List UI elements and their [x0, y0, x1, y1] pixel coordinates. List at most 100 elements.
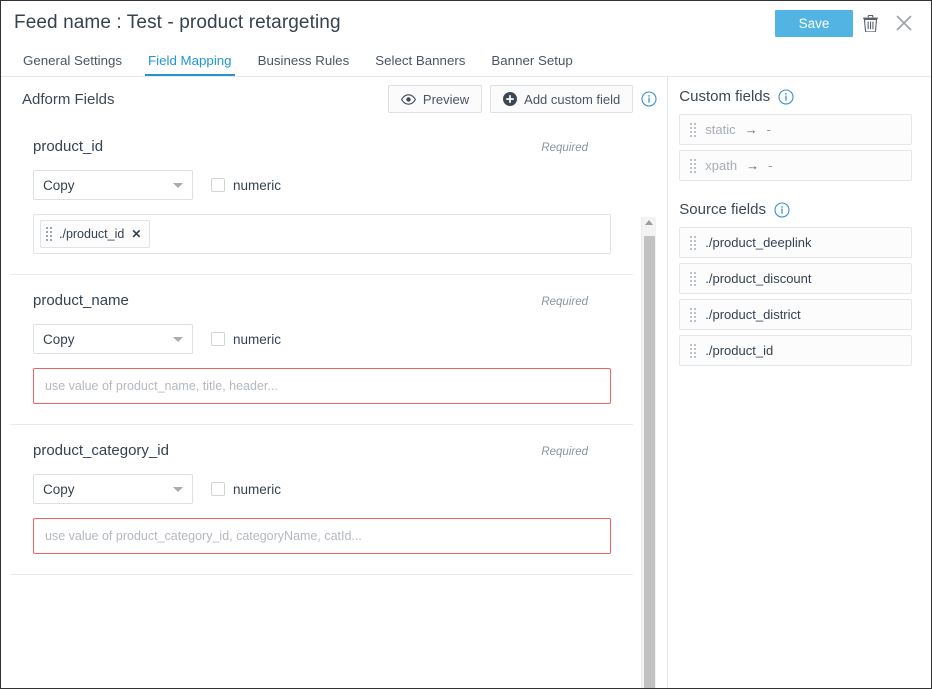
source-field-product-deeplink[interactable]: ./product_deeplink	[679, 227, 912, 258]
tab-general-settings[interactable]: General Settings	[10, 53, 135, 76]
chip-remove-icon[interactable]: ✕	[131, 228, 141, 240]
checkbox-box	[211, 482, 225, 496]
adform-fields-panel: Adform Fields Preview Add custom field p…	[1, 77, 669, 688]
checkbox-box	[211, 178, 225, 192]
field-name-label: product_category_id	[33, 442, 169, 459]
preview-button[interactable]: Preview	[387, 85, 483, 113]
chevron-down-icon	[173, 183, 183, 188]
mapping-drop-area-product-name[interactable]: use value of product_name, title, header…	[33, 368, 611, 404]
custom-field-static[interactable]: static → -	[679, 114, 912, 145]
page-title: Feed name : Test - product retargeting	[14, 12, 341, 33]
scroll-up-arrow-icon[interactable]	[645, 220, 654, 225]
feed-editor-window: Feed name : Test - product retargeting S…	[0, 0, 932, 689]
drag-handle-icon[interactable]	[690, 158, 697, 173]
drag-handle-icon[interactable]	[690, 307, 697, 322]
info-icon-source-fields[interactable]	[774, 201, 790, 218]
vertical-scroll-thumb[interactable]	[644, 236, 656, 688]
adform-fields-title: Adform Fields	[22, 90, 115, 108]
mapping-drop-area-product-category-id[interactable]: use value of product_category_id, catego…	[33, 518, 611, 554]
tab-business-rules[interactable]: Business Rules	[245, 53, 363, 76]
source-field-product-district[interactable]: ./product_district	[679, 299, 912, 330]
plus-circle-icon	[503, 92, 518, 106]
titlebar: Feed name : Test - product retargeting S…	[1, 1, 931, 45]
mode-select-product-id[interactable]: Copy	[33, 170, 193, 200]
add-custom-field-button[interactable]: Add custom field	[490, 85, 634, 113]
custom-field-label: static	[705, 122, 736, 137]
info-icon-custom-fields[interactable]	[778, 88, 794, 105]
custom-fields-heading: Custom fields	[679, 88, 912, 105]
arrow-right-icon: →	[744, 122, 758, 137]
chevron-down-icon	[173, 337, 183, 342]
field-required-label: Required	[541, 446, 588, 458]
drop-area-placeholder: use value of product_name, title, header…	[45, 379, 278, 393]
mapping-drop-area-product-id[interactable]: ./product_id ✕	[33, 214, 611, 254]
chip-label: ./product_id	[59, 227, 125, 241]
save-button[interactable]: Save	[775, 9, 853, 37]
chevron-down-icon	[173, 487, 183, 492]
numeric-checkbox-product-name[interactable]: numeric	[211, 332, 281, 347]
field-name-label: product_name	[33, 292, 129, 309]
field-required-label: Required	[541, 296, 588, 308]
numeric-label: numeric	[233, 331, 282, 347]
eye-icon	[400, 93, 416, 105]
field-name-label: product_id	[33, 138, 104, 155]
drop-area-placeholder: use value of product_category_id, catego…	[45, 529, 362, 543]
source-fields-heading: Source fields	[679, 201, 912, 218]
tab-field-mapping[interactable]: Field Mapping	[135, 53, 245, 76]
adform-fields-actions: Preview Add custom field	[387, 85, 657, 113]
add-custom-field-label: Add custom field	[524, 91, 621, 107]
source-fields-title: Source fields	[679, 201, 766, 218]
field-block-product-id: product_id Required Copy numeric ./produ…	[11, 121, 633, 275]
mode-select-value: Copy	[43, 481, 75, 497]
drag-handle-icon[interactable]	[690, 122, 697, 137]
titlebar-actions: Save	[775, 8, 921, 38]
mapping-chip[interactable]: ./product_id ✕	[40, 220, 151, 248]
close-icon	[896, 15, 912, 31]
field-required-label: Required	[541, 142, 588, 154]
numeric-label: numeric	[233, 481, 282, 497]
drag-handle-icon[interactable]	[690, 235, 697, 250]
trash-icon	[862, 14, 878, 32]
field-head: product_id Required	[11, 138, 633, 155]
checkbox-box	[211, 332, 225, 346]
drag-handle-icon[interactable]	[690, 343, 697, 358]
field-controls-row: Copy numeric	[11, 309, 633, 354]
numeric-checkbox-product-category-id[interactable]: numeric	[211, 482, 281, 497]
delete-button[interactable]	[853, 8, 887, 38]
source-field-product-id[interactable]: ./product_id	[679, 335, 912, 366]
field-block-product-category-id: product_category_id Required Copy numeri…	[11, 425, 633, 575]
source-field-label: ./product_deeplink	[705, 235, 812, 250]
adform-fields-header: Adform Fields Preview Add custom field	[1, 77, 667, 121]
field-block-product-name: product_name Required Copy numeric use v…	[11, 275, 633, 425]
preview-button-label: Preview	[422, 91, 470, 107]
info-icon-adform-fields[interactable]	[641, 91, 657, 107]
close-button[interactable]	[887, 8, 921, 38]
source-field-label: ./product_district	[705, 307, 801, 322]
source-field-label: ./product_discount	[705, 271, 812, 286]
tab-banner-setup[interactable]: Banner Setup	[478, 53, 585, 76]
tabbar: General Settings Field Mapping Business …	[1, 45, 931, 77]
field-controls-row: Copy numeric	[11, 459, 633, 504]
field-controls-row: Copy numeric	[11, 155, 633, 200]
mode-select-product-name[interactable]: Copy	[33, 324, 193, 354]
arrow-right-icon: →	[746, 158, 760, 173]
custom-field-xpath[interactable]: xpath → -	[679, 150, 912, 181]
mode-select-value: Copy	[43, 331, 75, 347]
custom-field-label: xpath	[705, 158, 738, 173]
drag-handle-icon[interactable]	[690, 271, 697, 286]
drag-handle-icon[interactable]	[46, 227, 52, 241]
tab-select-banners[interactable]: Select Banners	[362, 53, 478, 76]
body-split: Adform Fields Preview Add custom field p…	[1, 77, 931, 688]
custom-fields-title: Custom fields	[679, 88, 771, 105]
fields-scroll-viewport: product_id Required Copy numeric ./produ…	[1, 121, 669, 688]
mode-select-product-category-id[interactable]: Copy	[33, 474, 193, 504]
mode-select-value: Copy	[43, 177, 75, 193]
field-head: product_name Required	[11, 292, 633, 309]
fields-list: product_id Required Copy numeric ./produ…	[1, 121, 643, 575]
source-field-product-discount[interactable]: ./product_discount	[679, 263, 912, 294]
custom-field-value: -	[768, 158, 773, 173]
fields-scrollbar[interactable]	[641, 217, 657, 688]
numeric-checkbox-product-id[interactable]: numeric	[211, 178, 281, 193]
source-field-label: ./product_id	[705, 343, 774, 358]
fields-sidebar: Custom fields static → - xpath → - Sourc…	[668, 77, 931, 688]
